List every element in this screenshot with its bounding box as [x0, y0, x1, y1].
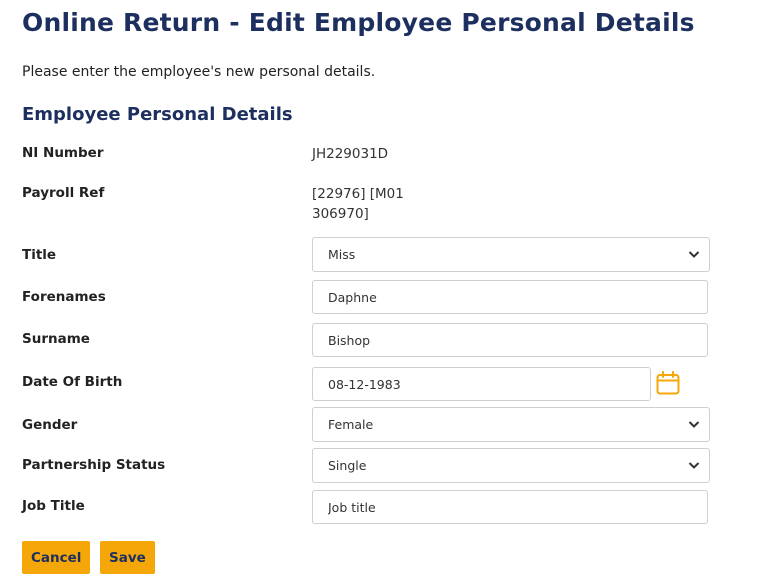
payroll-ref-value: [22976] [M01 306970]	[312, 184, 404, 224]
ni-number-label: NI Number	[22, 145, 104, 161]
payroll-ref-label: Payroll Ref	[22, 185, 105, 201]
forenames-label: Forenames	[22, 289, 106, 305]
chevron-down-icon	[688, 462, 700, 469]
payroll-ref-line-2: 306970]	[312, 206, 369, 222]
section-title: Employee Personal Details	[22, 104, 293, 125]
title-select-value: Miss	[328, 247, 356, 262]
gender-label: Gender	[22, 417, 78, 433]
payroll-ref-line-1: [22976] [M01	[312, 186, 404, 202]
chevron-down-icon	[688, 421, 700, 428]
partnership-status-select-value: Single	[328, 458, 367, 473]
ni-number-value: JH229031D	[312, 146, 389, 162]
calendar-icon[interactable]	[655, 370, 681, 396]
surname-field[interactable]	[312, 323, 708, 357]
title-select[interactable]: Miss	[312, 237, 710, 272]
partnership-status-select[interactable]: Single	[312, 448, 710, 483]
page-title: Online Return - Edit Employee Personal D…	[22, 8, 695, 37]
cancel-button[interactable]: Cancel	[22, 541, 91, 574]
date-of-birth-label: Date Of Birth	[22, 374, 123, 390]
chevron-down-icon	[688, 251, 700, 258]
date-of-birth-field[interactable]	[312, 367, 651, 401]
surname-label: Surname	[22, 331, 90, 347]
job-title-label: Job Title	[22, 498, 85, 514]
intro-text: Please enter the employee's new personal…	[22, 64, 376, 80]
forenames-field[interactable]	[312, 280, 708, 314]
save-button[interactable]: Save	[100, 541, 155, 574]
gender-select[interactable]: Female	[312, 407, 710, 442]
gender-select-value: Female	[328, 417, 374, 432]
job-title-field[interactable]	[312, 490, 708, 524]
title-label: Title	[22, 247, 57, 263]
partnership-status-label: Partnership Status	[22, 457, 166, 473]
